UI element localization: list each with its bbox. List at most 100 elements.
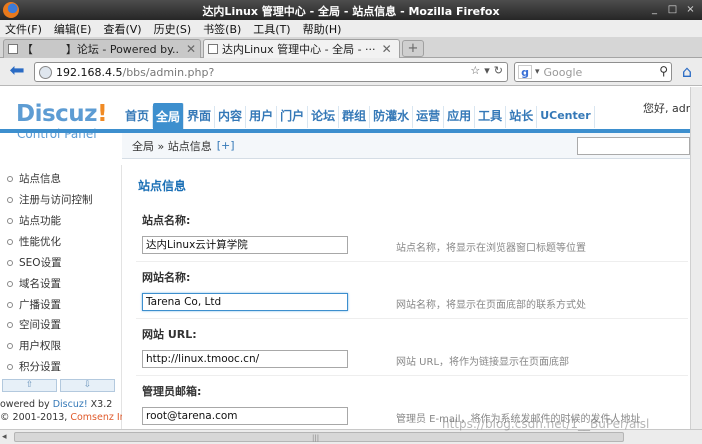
engine-dropdown-icon[interactable]: ▾ xyxy=(535,67,540,77)
logo-brand: Discuz xyxy=(16,101,98,127)
admin-search-input[interactable] xyxy=(577,137,690,155)
scrollbar-thumb[interactable]: ||| xyxy=(14,432,624,442)
tab-bar: 【 】论坛 - Powered by... ✕ 达内Linux 管理中心 - 全… xyxy=(0,37,702,58)
logo-bang: ! xyxy=(97,101,108,127)
nav-founder[interactable]: 站长 xyxy=(506,106,538,128)
menu-file[interactable]: 文件(F) xyxy=(5,21,42,37)
site-name-input[interactable]: 达内Linux云计算学院 xyxy=(142,236,348,254)
nav-content[interactable]: 内容 xyxy=(215,106,247,128)
copyright-prefix: © 2001-2013, xyxy=(0,412,71,423)
menu-bar: 文件(F) 编辑(E) 查看(V) 历史(S) 书签(B) 工具(T) 帮助(H… xyxy=(0,20,702,37)
discuz-logo[interactable]: Discuz! Control Panel xyxy=(16,101,108,141)
discuz-link[interactable]: Discuz! xyxy=(53,399,88,410)
nav-group[interactable]: 群组 xyxy=(339,106,371,128)
row-divider xyxy=(136,318,688,319)
site-url-label: 网站 URL: xyxy=(142,328,197,341)
nav-style[interactable]: 界面 xyxy=(184,106,216,128)
add-shortcut-link[interactable]: [+] xyxy=(217,139,235,152)
sidebar-item-broadcast[interactable]: 广播设置 xyxy=(0,295,120,315)
scroll-down-icon[interactable]: ⇩ xyxy=(60,379,115,392)
menu-tools[interactable]: 工具(T) xyxy=(253,21,290,37)
sidebar-item-register-access[interactable]: 注册与访问控制 xyxy=(0,190,120,210)
scroll-up-icon[interactable]: ⇧ xyxy=(2,379,57,392)
dropdown-arrow-icon[interactable]: ▾ xyxy=(484,64,490,77)
search-placeholder: Google xyxy=(543,65,583,79)
tab-close-icon[interactable]: ✕ xyxy=(186,42,196,56)
vertical-scrollbar[interactable] xyxy=(690,87,702,429)
breadcrumb-path: 全局 » 站点信息 xyxy=(132,139,212,153)
bookmark-star-icon[interactable]: ☆ xyxy=(470,64,480,77)
sidebar-scroll-controls: ⇧ ⇩ xyxy=(0,379,120,393)
nav-forum[interactable]: 论坛 xyxy=(308,106,340,128)
sidebar-item-space[interactable]: 空间设置 xyxy=(0,315,120,335)
site-identity-icon[interactable] xyxy=(39,65,52,79)
nav-tools[interactable]: 工具 xyxy=(475,106,507,128)
new-tab-button[interactable]: + xyxy=(402,40,424,57)
reload-icon[interactable]: ↻ xyxy=(494,64,503,77)
grip-icon: ||| xyxy=(312,434,320,442)
page-favicon-icon xyxy=(8,44,18,54)
url-host: 192.168.4.5 xyxy=(56,65,123,79)
tab-label: 【 】论坛 - Powered by... xyxy=(21,43,180,56)
sidebar-item-credits[interactable]: 积分设置 xyxy=(0,357,120,377)
menu-bookmarks[interactable]: 书签(B) xyxy=(203,21,241,37)
nav-antispam[interactable]: 防灌水 xyxy=(370,106,414,128)
site-url-input[interactable]: http://linux.tmooc.cn/ xyxy=(142,350,348,368)
scroll-left-icon[interactable]: ◂ xyxy=(2,432,7,442)
watermark: https://blog.csdn.net/1__BuPer/aisl xyxy=(442,417,650,431)
top-navigation: 首页 全局 界面 内容 用户 门户 论坛 群组 防灌水 运营 应用 工具 站长 … xyxy=(122,103,595,130)
home-icon[interactable]: ⌂ xyxy=(677,62,697,82)
window-controls: _ □ × xyxy=(647,3,698,17)
tab-forum[interactable]: 【 】论坛 - Powered by... ✕ xyxy=(3,39,201,58)
sidebar-item-site-features[interactable]: 站点功能 xyxy=(0,211,120,231)
url-bar-icons: ☆ ▾ ↻ xyxy=(470,64,503,77)
nav-ucenter[interactable]: UCenter xyxy=(537,106,595,128)
url-path: /bbs/admin.php? xyxy=(122,65,215,79)
minimize-button[interactable]: _ xyxy=(647,3,662,17)
menu-help[interactable]: 帮助(H) xyxy=(303,21,342,37)
sidebar-item-performance[interactable]: 性能优化 xyxy=(0,232,120,252)
tab-label: 达内Linux 管理中心 - 全局 - ··· xyxy=(222,43,376,56)
window-titlebar: 达内Linux 管理中心 - 全局 - 站点信息 - Mozilla Firef… xyxy=(0,0,702,20)
web-name-input[interactable]: Tarena Co, Ltd xyxy=(142,293,348,311)
nav-apps[interactable]: 应用 xyxy=(444,106,476,128)
menu-view[interactable]: 查看(V) xyxy=(103,21,141,37)
url-bar[interactable]: 192.168.4.5 /bbs/admin.php? ☆ ▾ ↻ xyxy=(34,62,508,82)
tab-close-icon[interactable]: ✕ xyxy=(382,42,392,56)
powered-version: X3.2 xyxy=(87,399,113,410)
sidebar-item-seo[interactable]: SEO设置 xyxy=(0,253,120,273)
nav-home[interactable]: 首页 xyxy=(122,106,154,128)
sidebar-item-user-permissions[interactable]: 用户权限 xyxy=(0,336,120,356)
maximize-button[interactable]: □ xyxy=(665,3,680,17)
menu-history[interactable]: 历史(S) xyxy=(154,21,192,37)
settings-panel: 站点信息 站点名称: 达内Linux云计算学院 站点名称，将显示在浏览器窗口标题… xyxy=(122,159,690,429)
row-divider xyxy=(136,261,688,262)
powered-by: owered by Discuz! X3.2 © 2001-2013, Coms… xyxy=(0,398,134,424)
sidebar-item-domain[interactable]: 域名设置 xyxy=(0,274,120,294)
site-name-label: 站点名称: xyxy=(142,214,191,227)
admin-email-label: 管理员邮箱: xyxy=(142,385,202,398)
window-title: 达内Linux 管理中心 - 全局 - 站点信息 - Mozilla Firef… xyxy=(202,5,500,18)
menu-edit[interactable]: 编辑(E) xyxy=(54,21,92,37)
navigation-toolbar: ⬅ 192.168.4.5 /bbs/admin.php? ☆ ▾ ↻ g ▾ … xyxy=(0,58,702,86)
row-divider xyxy=(136,375,688,376)
site-name-hint: 站点名称，将显示在浏览器窗口标题等位置 xyxy=(396,243,586,254)
search-bar[interactable]: g ▾ Google ⚲ xyxy=(514,62,672,82)
google-engine-icon[interactable]: g xyxy=(518,65,532,79)
user-greeting: 您好, admi xyxy=(643,102,690,115)
close-window-button[interactable]: × xyxy=(683,3,698,17)
tab-admin[interactable]: 达内Linux 管理中心 - 全局 - ··· ✕ xyxy=(203,39,400,58)
page-favicon-icon xyxy=(208,44,218,54)
admin-email-input[interactable]: root@tarena.com xyxy=(142,407,348,425)
nav-users[interactable]: 用户 xyxy=(246,106,278,128)
nav-global[interactable]: 全局 xyxy=(153,103,185,130)
back-arrow-icon[interactable]: ⬅ xyxy=(6,62,28,82)
nav-portal[interactable]: 门户 xyxy=(277,106,309,128)
horizontal-scrollbar[interactable]: ◂ ||| xyxy=(0,429,702,444)
page-content: Discuz! Control Panel 首页 全局 界面 内容 用户 门户 … xyxy=(0,87,690,429)
section-title: 站点信息 xyxy=(138,179,187,193)
site-url-hint: 网站 URL，将作为链接显示在页面底部 xyxy=(396,357,570,368)
nav-operation[interactable]: 运营 xyxy=(413,106,445,128)
search-binoculars-icon[interactable]: ⚲ xyxy=(659,64,668,78)
sidebar-item-site-info[interactable]: 站点信息 xyxy=(0,169,120,189)
